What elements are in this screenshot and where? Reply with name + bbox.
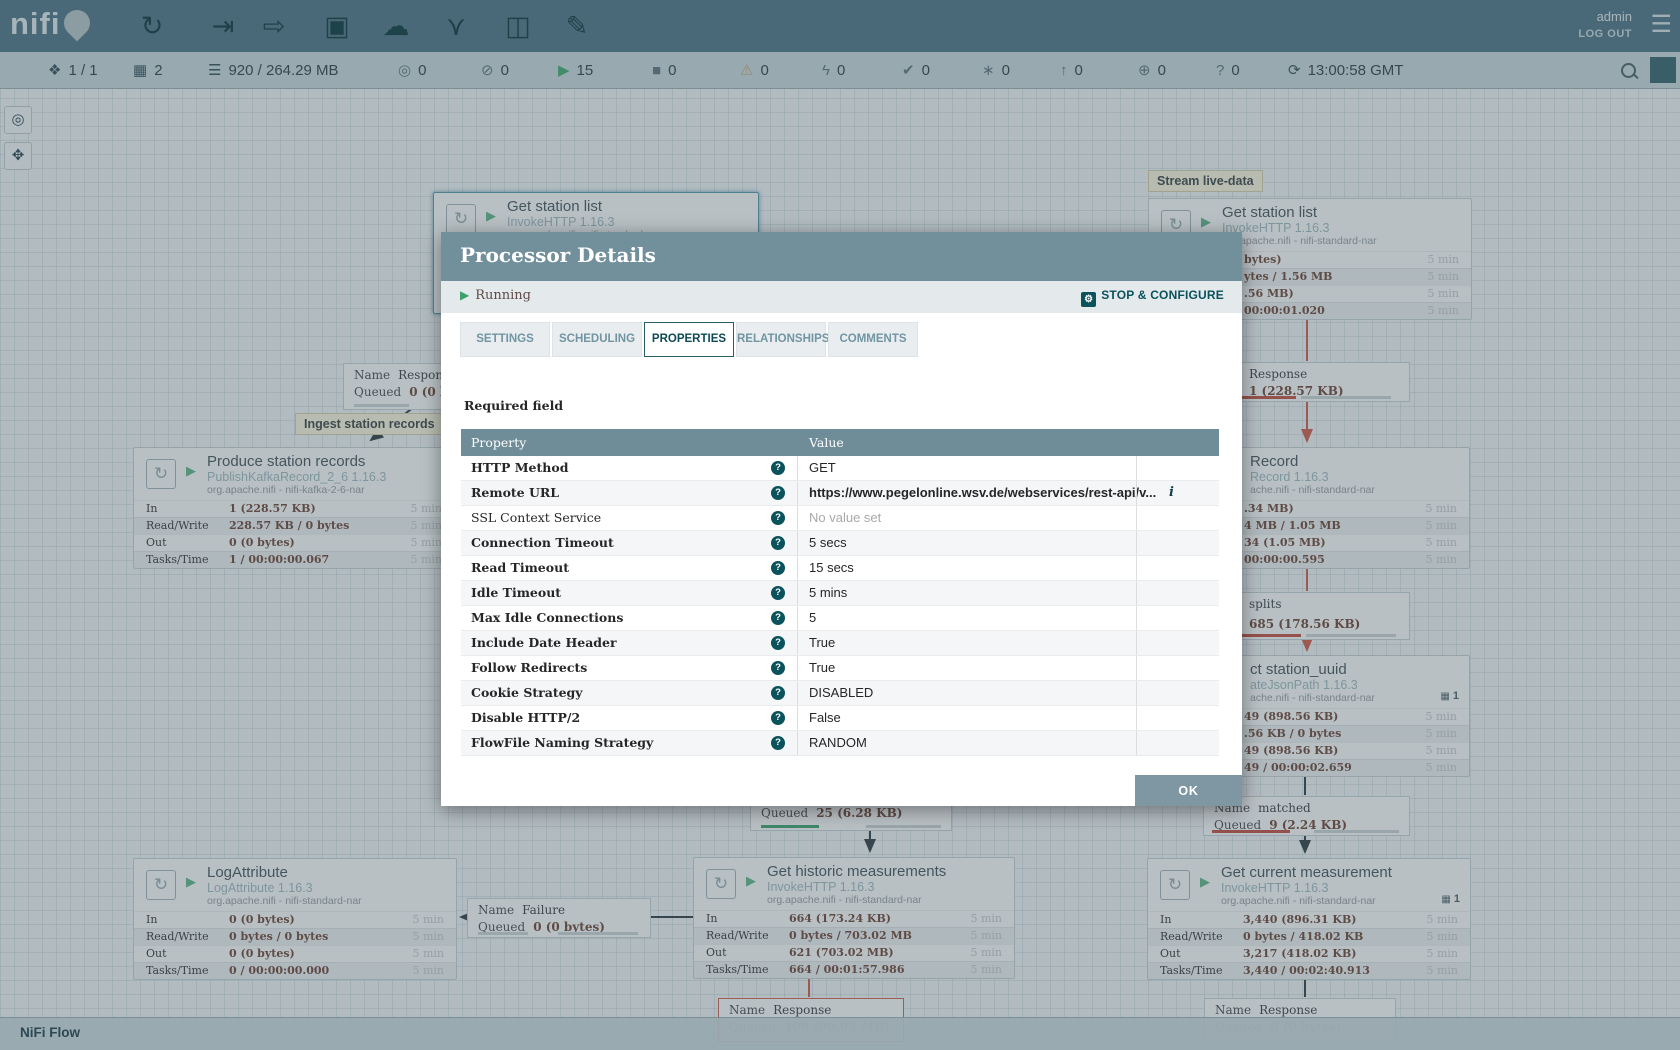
help-icon[interactable]: ? <box>771 486 785 500</box>
property-row-flowfile-naming-strategy: FlowFile Naming Strategy?RANDOM <box>461 731 1219 756</box>
property-row-ssl-context-service: SSL Context Service?No value set <box>461 506 1219 531</box>
property-row-idle-timeout: Idle Timeout?5 mins <box>461 581 1219 606</box>
properties-table-header: Property Value <box>461 429 1219 456</box>
stop-configure-icon: ⚙ <box>1081 292 1096 307</box>
properties-table-body: HTTP Method?GET Remote URL?https://www.p… <box>461 456 1219 756</box>
tab-settings[interactable]: SETTINGS <box>460 322 550 357</box>
property-row-cookie-strategy: Cookie Strategy?DISABLED <box>461 681 1219 706</box>
processor-details-dialog: Processor Details ▶Running ⚙STOP & CONFI… <box>441 232 1242 806</box>
info-icon[interactable]: i <box>1169 481 1174 505</box>
help-icon[interactable]: ? <box>771 461 785 475</box>
help-icon[interactable]: ? <box>771 536 785 550</box>
tab-scheduling[interactable]: SCHEDULING <box>552 322 642 357</box>
dialog-title: Processor Details <box>460 243 656 267</box>
tab-properties[interactable]: PROPERTIES <box>644 322 734 357</box>
tab-comments[interactable]: COMMENTS <box>828 322 918 357</box>
properties-table: Property Value HTTP Method?GET Remote UR… <box>461 429 1219 756</box>
property-row-http-method: HTTP Method?GET <box>461 456 1219 481</box>
property-row-remote-url: Remote URL?https://www.pegelonline.wsv.d… <box>461 481 1219 506</box>
property-row-connection-timeout: Connection Timeout?5 secs <box>461 531 1219 556</box>
help-icon[interactable]: ? <box>771 511 785 525</box>
help-icon[interactable]: ? <box>771 736 785 750</box>
dialog-header: Processor Details <box>441 232 1242 281</box>
nifi-app: Stream live-data Ingest station records … <box>0 0 1680 1050</box>
dialog-status-row: ▶Running ⚙STOP & CONFIGURE <box>441 281 1242 313</box>
dialog-tabs: SETTINGS SCHEDULING PROPERTIES RELATIONS… <box>460 322 918 357</box>
help-icon[interactable]: ? <box>771 686 785 700</box>
property-row-read-timeout: Read Timeout?15 secs <box>461 556 1219 581</box>
stop-and-configure-button[interactable]: ⚙STOP & CONFIGURE <box>1081 288 1224 307</box>
help-icon[interactable]: ? <box>771 661 785 675</box>
property-row-follow-redirects: Follow Redirects?True <box>461 656 1219 681</box>
property-row-include-date-header: Include Date Header?True <box>461 631 1219 656</box>
property-row-disable-http2: Disable HTTP/2?False <box>461 706 1219 731</box>
tab-relationships[interactable]: RELATIONSHIPS <box>736 322 826 357</box>
required-field-note: Required field <box>464 398 563 413</box>
help-icon[interactable]: ? <box>771 586 785 600</box>
property-row-max-idle-connections: Max Idle Connections?5 <box>461 606 1219 631</box>
ok-button[interactable]: OK <box>1135 775 1242 806</box>
help-icon[interactable]: ? <box>771 636 785 650</box>
help-icon[interactable]: ? <box>771 611 785 625</box>
running-icon: ▶ <box>460 288 469 302</box>
help-icon[interactable]: ? <box>771 561 785 575</box>
processor-run-status: ▶Running <box>460 288 531 303</box>
help-icon[interactable]: ? <box>771 711 785 725</box>
